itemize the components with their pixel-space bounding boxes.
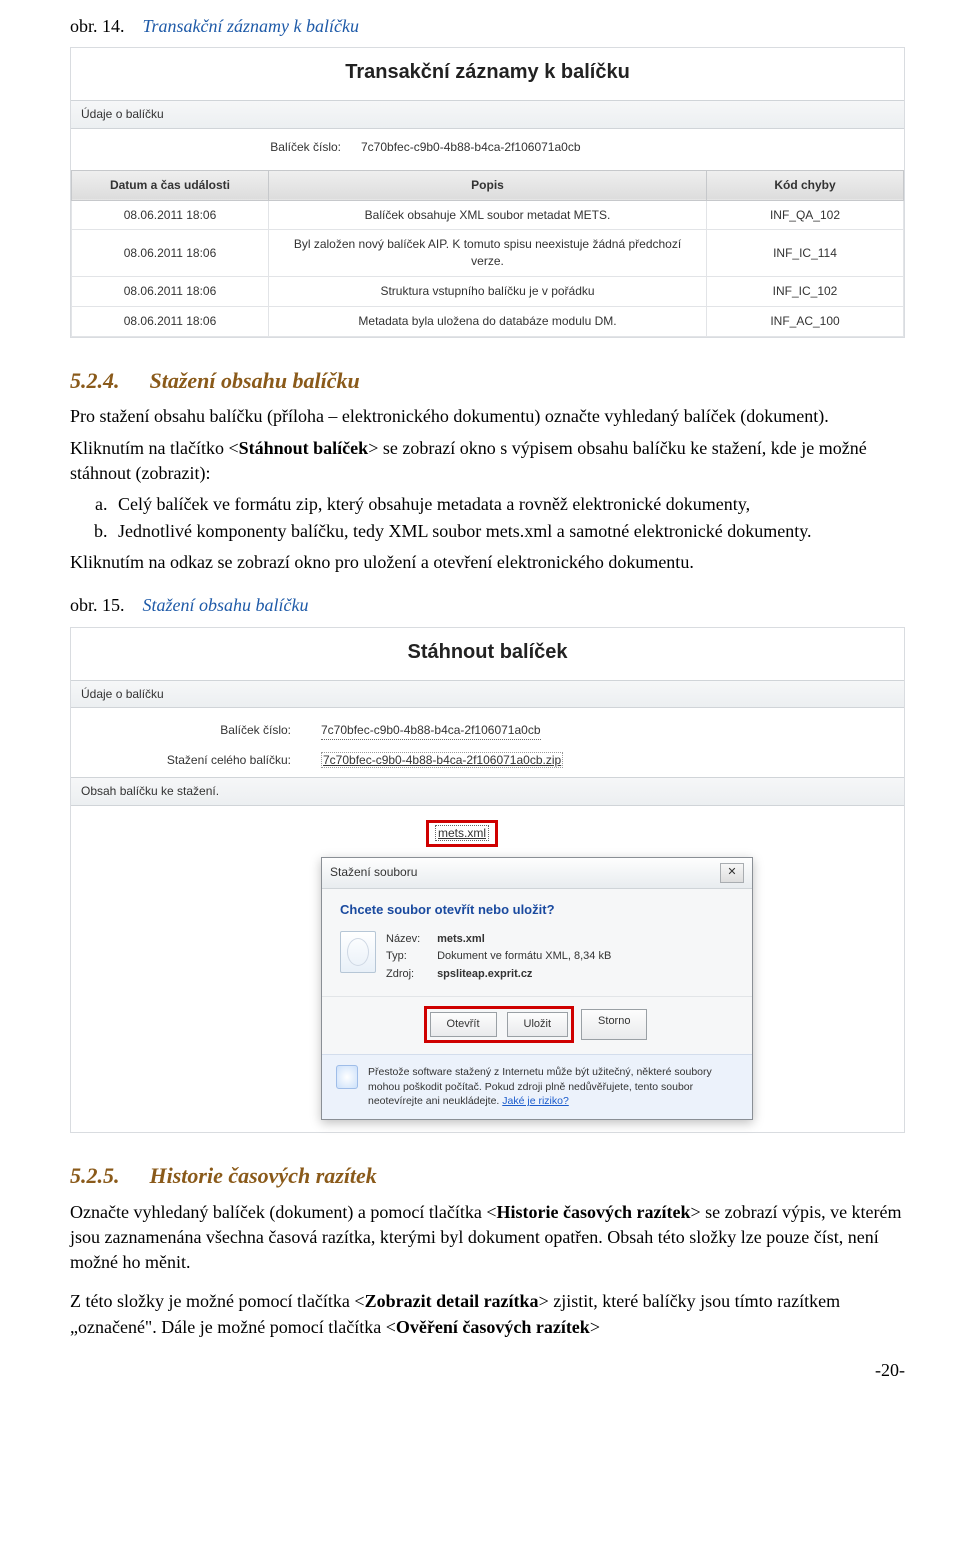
security-warning: Přestože software stažený z Internetu mů… xyxy=(368,1065,738,1109)
section-title: Historie časových razítek xyxy=(150,1161,377,1192)
paragraph: Pro stažení obsahu balíčku (příloha – el… xyxy=(70,404,905,429)
table-row: 08.06.2011 18:06 Balíček obsahuje XML so… xyxy=(72,200,904,230)
mets-link-highlight: mets.xml xyxy=(71,814,904,847)
file-download-dialog: Stažení souboru ✕ Chcete soubor otevřít … xyxy=(321,857,753,1120)
dialog-prompt: Chcete soubor otevřít nebo uložit? xyxy=(322,889,752,923)
download-full-label: Stažení celého balíčku: xyxy=(71,752,321,769)
close-button[interactable]: ✕ xyxy=(720,863,744,883)
list-item: Jednotlivé komponenty balíčku, tedy XML … xyxy=(112,519,905,544)
section-header-package-details: Údaje o balíčku xyxy=(71,100,904,129)
section-number: 5.2.4. xyxy=(70,366,120,397)
figure-caption-14: obr. 14. Transakční záznamy k balíčku xyxy=(70,14,905,39)
package-number-label: Balíček číslo: xyxy=(71,139,361,156)
file-icon xyxy=(340,931,376,973)
package-number-label: Balíček číslo: xyxy=(71,722,321,740)
table-row: 08.06.2011 18:06 Byl založen nový balíče… xyxy=(72,230,904,277)
panel-title: Transakční záznamy k balíčku xyxy=(71,48,904,100)
paragraph: Kliknutím na tlačítko <Stáhnout balíček>… xyxy=(70,436,905,486)
figure-number: obr. 15. xyxy=(70,595,125,615)
section-525-heading: 5.2.5. Historie časových razítek xyxy=(70,1161,905,1192)
col-datetime: Datum a čas události xyxy=(72,170,269,200)
cancel-button[interactable]: Storno xyxy=(581,1009,647,1040)
risk-link[interactable]: Jaké je riziko? xyxy=(502,1095,569,1107)
transactions-table: Datum a čas události Popis Kód chyby 08.… xyxy=(71,170,904,337)
transaction-records-panel: Transakční záznamy k balíčku Údaje o bal… xyxy=(70,47,905,337)
figure-caption-15: obr. 15. Stažení obsahu balíčku xyxy=(70,593,905,618)
figure-title: Stažení obsahu balíčku xyxy=(143,595,309,615)
paragraph: Označte vyhledaný balíček (dokument) a p… xyxy=(70,1200,905,1276)
section-header-contents: Obsah balíčku ke stažení. xyxy=(71,777,904,806)
download-full-link[interactable]: 7c70bfec-c9b0-4b88-b4ca-2f106071a0cb.zip xyxy=(321,752,904,769)
page-number: -20- xyxy=(70,1358,905,1383)
figure-number: obr. 14. xyxy=(70,16,125,36)
section-title: Stažení obsahu balíčku xyxy=(150,366,360,397)
ordered-list: Celý balíček ve formátu zip, který obsah… xyxy=(76,492,905,544)
mets-xml-link[interactable]: mets.xml xyxy=(426,820,498,847)
paragraph: Z této složky je možné pomocí tlačítka <… xyxy=(70,1289,905,1339)
list-item: Celý balíček ve formátu zip, který obsah… xyxy=(112,492,905,517)
table-row: 08.06.2011 18:06 Metadata byla uložena d… xyxy=(72,306,904,336)
file-metadata: Název: mets.xml Typ: Dokument ve formátu… xyxy=(386,931,611,984)
col-description: Popis xyxy=(269,170,707,200)
shield-icon xyxy=(336,1065,358,1089)
open-button[interactable]: Otevřít xyxy=(430,1012,497,1037)
download-package-panel: Stáhnout balíček Údaje o balíčku Balíček… xyxy=(70,627,905,1133)
section-524-heading: 5.2.4. Stažení obsahu balíčku xyxy=(70,366,905,397)
dialog-title: Stažení souboru xyxy=(330,864,417,881)
table-row: 08.06.2011 18:06 Struktura vstupního bal… xyxy=(72,276,904,306)
package-number-value: 7c70bfec-c9b0-4b88-b4ca-2f106071a0cb xyxy=(361,139,904,156)
section-number: 5.2.5. xyxy=(70,1161,120,1192)
section-header-package-details: Údaje o balíčku xyxy=(71,680,904,709)
col-errorcode: Kód chyby xyxy=(707,170,904,200)
paragraph: Kliknutím na odkaz se zobrazí okno pro u… xyxy=(70,550,905,575)
panel-title: Stáhnout balíček xyxy=(71,628,904,680)
package-number-row: Balíček číslo: 7c70bfec-c9b0-4b88-b4ca-2… xyxy=(71,129,904,170)
figure-title: Transakční záznamy k balíčku xyxy=(143,16,359,36)
package-number-value: 7c70bfec-c9b0-4b88-b4ca-2f106071a0cb xyxy=(321,722,541,740)
save-button[interactable]: Uložit xyxy=(507,1012,569,1037)
